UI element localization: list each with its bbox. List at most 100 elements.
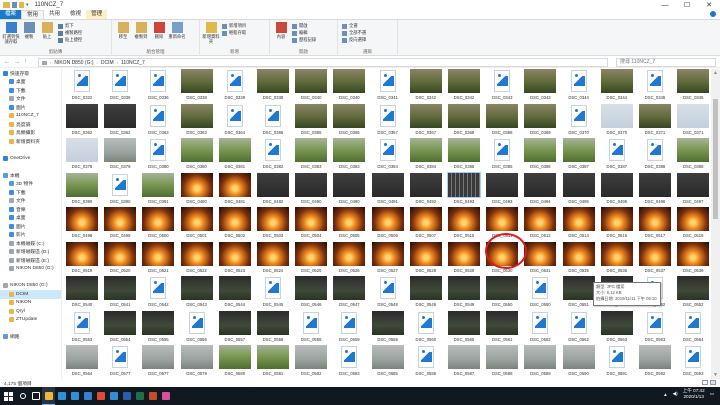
file-thumbnail[interactable]: DSC_0549 <box>407 276 445 310</box>
tab-0[interactable]: 檔案 <box>0 10 22 19</box>
volume-icon[interactable]: ◀) <box>673 391 678 397</box>
nav-item[interactable]: 影片 <box>0 231 61 240</box>
nav-item[interactable]: 下載 <box>0 188 61 197</box>
file-thumbnail[interactable]: DSC_0345 <box>674 69 711 103</box>
file-thumbnail[interactable]: DSC_0342 <box>445 69 483 103</box>
file-thumbnail[interactable]: DSC_0514 <box>560 207 598 241</box>
file-thumbnail[interactable]: DSC_0363 <box>139 103 177 138</box>
help-icon[interactable] <box>710 11 716 17</box>
nav-item[interactable]: ZTUpdate <box>0 316 61 325</box>
nav-item[interactable]: NIKON <box>0 299 61 308</box>
file-thumbnail[interactable]: DSC_0368 <box>445 103 483 138</box>
scroll-thumb[interactable] <box>713 99 718 219</box>
file-thumbnail[interactable]: DSC_0338 <box>178 69 216 103</box>
file-thumbnail[interactable]: DSC_0362 <box>63 103 101 138</box>
ribbon-small-button-0-2[interactable]: 貼上捷徑 <box>58 37 82 43</box>
file-thumbnail[interactable]: DSC_0583 <box>330 345 368 379</box>
file-thumbnail[interactable]: DSC_0550 <box>483 276 521 310</box>
file-thumbnail[interactable]: DSC_0561 <box>483 310 521 345</box>
file-thumbnail[interactable]: DSC_0383 <box>292 138 330 172</box>
file-thumbnail[interactable]: DSC_0521 <box>139 241 177 276</box>
ribbon-small-button-2-1[interactable]: 輕鬆存取 <box>222 30 246 36</box>
file-thumbnail[interactable]: DSC_0495 <box>598 172 636 207</box>
file-thumbnail[interactable]: DSC_0505 <box>330 207 368 241</box>
ribbon-small-button-3-1[interactable]: 編輯 <box>292 30 316 36</box>
file-thumbnail[interactable]: DSC_0536 <box>598 241 636 276</box>
file-thumbnail[interactable]: DSC_0491 <box>369 172 407 207</box>
powerpoint-icon[interactable] <box>146 387 159 405</box>
file-thumbnail[interactable]: DSC_0527 <box>369 241 407 276</box>
nav-item[interactable]: 圖片 <box>0 222 61 231</box>
nav-item[interactable]: 網路 <box>0 333 61 342</box>
file-thumbnail[interactable]: DSC_0364 <box>216 103 254 138</box>
nav-item[interactable]: 文件 <box>0 95 61 104</box>
paint-icon[interactable] <box>159 387 172 405</box>
file-thumbnail[interactable]: DSC_0541 <box>101 276 139 310</box>
file-thumbnail[interactable]: DSC_0344 <box>598 69 636 103</box>
start-button[interactable] <box>0 387 16 405</box>
file-thumbnail[interactable]: DSC_0542 <box>139 276 177 310</box>
file-thumbnail[interactable]: DSC_0580 <box>216 345 254 379</box>
file-thumbnail[interactable]: DSC_0495 <box>560 172 598 207</box>
file-thumbnail[interactable]: DSC_0545 <box>254 276 292 310</box>
nav-item[interactable]: 桌面 <box>0 78 61 87</box>
file-thumbnail[interactable]: DSC_0391 <box>139 172 177 207</box>
file-thumbnail[interactable]: DSC_0342 <box>407 69 445 103</box>
file-thumbnail[interactable]: DSC_0535 <box>560 241 598 276</box>
file-thumbnail[interactable]: DSC_0490 <box>330 172 368 207</box>
file-thumbnail[interactable]: DSC_0506 <box>369 207 407 241</box>
file-thumbnail[interactable]: DSC_0516 <box>598 207 636 241</box>
file-thumbnail[interactable]: DSC_0543 <box>178 276 216 310</box>
nav-item[interactable]: 新增磁碟區 (E:) <box>0 256 61 265</box>
file-thumbnail[interactable]: DSC_0379 <box>101 138 139 172</box>
file-thumbnail[interactable]: DSC_0523 <box>216 241 254 276</box>
file-thumbnail[interactable]: DSC_0371 <box>636 103 674 138</box>
file-thumbnail[interactable]: DSC_0577 <box>139 345 177 379</box>
scroll-up-icon[interactable]: ▲ <box>711 69 720 77</box>
photos-icon[interactable] <box>107 387 120 405</box>
nav-item[interactable]: NIKON D850 (G:) <box>0 265 61 274</box>
store-icon[interactable] <box>68 387 81 405</box>
file-thumbnail[interactable]: DSC_0384 <box>369 138 407 172</box>
search-input[interactable]: 搜尋 110NCZ_7 <box>616 58 716 67</box>
file-thumbnail[interactable]: DSC_0540 <box>63 276 101 310</box>
file-thumbnail[interactable]: DSC_0345 <box>636 69 674 103</box>
file-thumbnail[interactable]: DSC_0482 <box>254 172 292 207</box>
file-thumbnail[interactable]: DSC_0380 <box>178 138 216 172</box>
nav-item[interactable]: 亮度調 <box>0 120 61 129</box>
file-thumbnail[interactable]: DSC_0558 <box>254 310 292 345</box>
nav-item[interactable]: NIKON D850 (G:) <box>0 282 61 291</box>
chrome-icon[interactable] <box>94 387 107 405</box>
file-thumbnail[interactable]: DSC_0544 <box>216 276 254 310</box>
file-thumbnail[interactable]: DSC_0518 <box>674 207 711 241</box>
file-thumbnail[interactable]: DSC_0547 <box>330 276 368 310</box>
file-thumbnail[interactable]: DSC_0390 <box>101 172 139 207</box>
new-folder-icon[interactable] <box>19 2 24 8</box>
file-thumbnail[interactable]: DSC_0494 <box>521 172 559 207</box>
file-thumbnail[interactable]: DSC_0556 <box>178 310 216 345</box>
file-thumbnail[interactable]: DSC_0336 <box>139 69 177 103</box>
file-thumbnail[interactable]: DSC_0343 <box>521 69 559 103</box>
file-thumbnail[interactable]: DSC_0563 <box>636 310 674 345</box>
file-thumbnail[interactable]: DSC_0500 <box>139 207 177 241</box>
file-thumbnail[interactable]: DSC_0550 <box>521 276 559 310</box>
file-thumbnail[interactable]: DSC_0585 <box>369 345 407 379</box>
file-thumbnail[interactable]: DSC_0559 <box>330 310 368 345</box>
file-thumbnail[interactable]: DSC_0365 <box>254 103 292 138</box>
file-thumbnail[interactable]: DSC_0502 <box>216 207 254 241</box>
properties-icon[interactable] <box>12 2 17 8</box>
notification-icon[interactable]: ▭ <box>710 391 714 397</box>
file-thumbnail[interactable]: DSC_0380 <box>139 138 177 172</box>
file-thumbnail[interactable]: DSC_0525 <box>292 241 330 276</box>
file-thumbnail[interactable]: DSC_0577 <box>101 345 139 379</box>
file-thumbnail[interactable]: DSC_0528 <box>407 241 445 276</box>
close-button[interactable]: ✕ <box>698 0 720 10</box>
ribbon-small-button-4-0[interactable]: 全選 <box>342 23 366 29</box>
ribbon-small-button-2-0[interactable]: 新增項目 <box>222 23 246 29</box>
nav-item[interactable]: DCIM <box>0 290 61 299</box>
file-thumbnail[interactable]: DSC_0369 <box>521 103 559 138</box>
back-icon[interactable]: ← <box>4 59 10 65</box>
file-thumbnail[interactable]: DSC_0504 <box>292 207 330 241</box>
file-thumbnail[interactable]: DSC_0586 <box>407 345 445 379</box>
nav-item[interactable]: Qryl <box>0 307 61 316</box>
